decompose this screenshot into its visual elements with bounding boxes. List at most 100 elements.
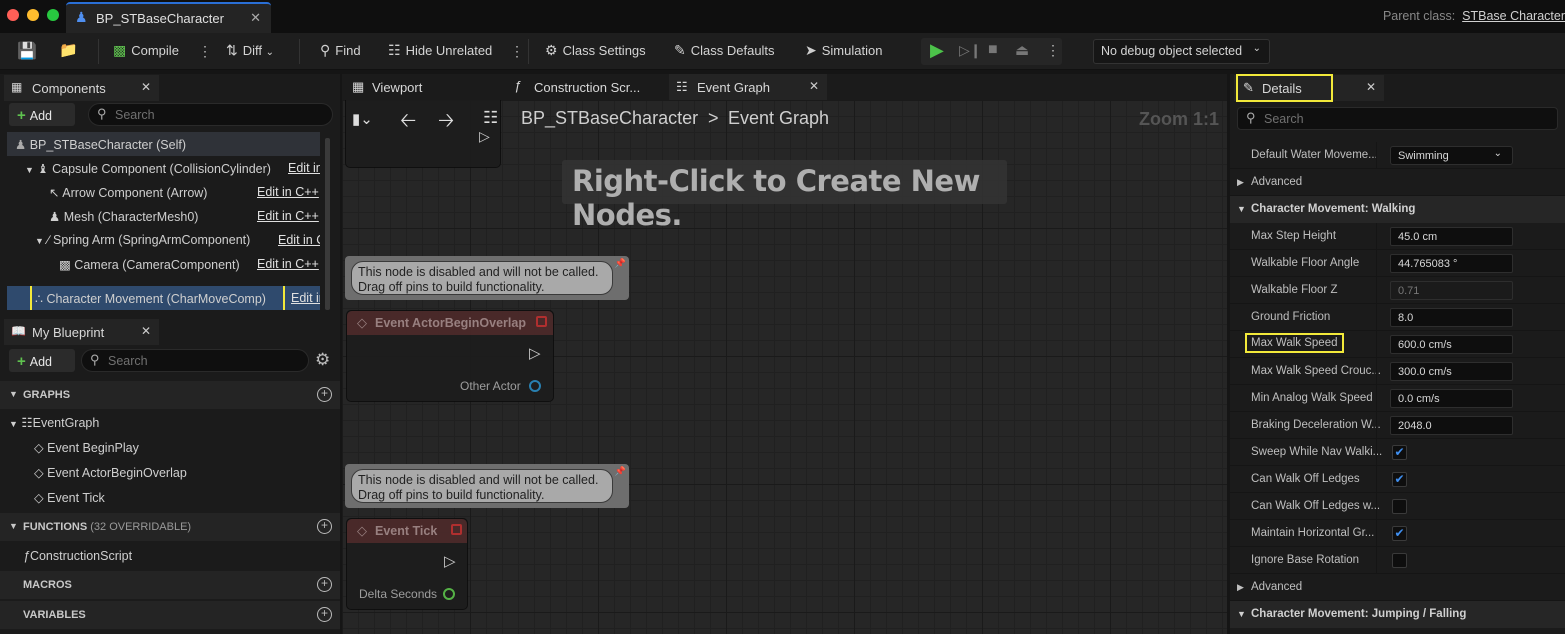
back-arrow-icon[interactable]: 🡠 [400,106,416,140]
minimize-window-button[interactable] [27,9,39,21]
event-graph-canvas[interactable]: ▷ ▮⌄ 🡠 🡢 ☷ BP_STBaseCharacter > Event Gr… [342,100,1227,634]
event-item[interactable]: ◇ Event Tick [0,485,330,509]
add-macro-icon[interactable]: + [317,577,332,592]
graph-hierarchy-icon[interactable]: ☷ [483,108,498,128]
event-tick-node[interactable]: Event Tick ◇ ▷ Delta Seconds [346,518,468,610]
settings-gear-icon[interactable]: ⚙ [315,350,330,370]
exec-pin-icon[interactable]: ▷ [529,344,541,362]
collapse-arrow-icon[interactable]: ▼ [35,236,44,246]
close-window-button[interactable] [7,9,19,21]
edit-in-cpp-link[interactable]: Edit in C++ [257,257,319,271]
components-scrollbar[interactable] [325,138,330,310]
class-settings-button[interactable]: ⚙ Class Settings [545,42,646,59]
category-walking[interactable]: ▼ Character Movement: Walking [1230,196,1565,223]
bookmark-icon[interactable]: ▮⌄ [352,110,373,128]
tree-item-self[interactable]: ♟ BP_STBaseCharacter (Self) [7,132,320,156]
tab-event-graph[interactable]: ☷ Event Graph ✕ [669,74,827,100]
property-checkbox[interactable] [1392,553,1407,568]
my-blueprint-search-input[interactable]: ⚲ Search [81,349,309,372]
edit-in-cpp-link[interactable]: Edit in C++ [257,185,319,199]
stop-icon[interactable]: ■ [988,41,998,59]
add-variable-icon[interactable]: + [317,607,332,622]
details-search-input[interactable]: ⚲ Search [1237,107,1558,130]
tree-item-camera[interactable]: ▩ Camera (CameraComponent) Edit in C++ [7,252,320,276]
simulation-button[interactable]: ➤ Simulation [805,42,882,59]
breadcrumb-graph[interactable]: Event Graph [728,108,829,129]
exec-pin-icon[interactable]: ▷ [444,552,456,570]
event-actor-begin-overlap-node[interactable]: Event ActorBeginOverlap ◇ ▷ Other Actor [346,310,554,402]
property-value-input[interactable]: 44.765083 ° [1390,254,1513,273]
construction-script-item[interactable]: ƒConstructionScript [0,544,330,568]
forward-arrow-icon[interactable]: 🡢 [438,106,454,140]
add-graph-icon[interactable]: + [317,387,332,402]
delegate-pin-icon[interactable] [451,524,462,535]
hide-unrelated-button[interactable]: ☷ Hide Unrelated [388,42,492,59]
close-icon[interactable]: ✕ [141,80,151,94]
property-value-input[interactable]: 2048.0 [1390,416,1513,435]
property-value-input[interactable]: 8.0 [1390,308,1513,327]
edit-in-cpp-link[interactable]: Edit in C++ [257,209,319,223]
pin-icon[interactable]: 📌 [615,258,626,269]
property-value-input[interactable]: 600.0 cm/s [1390,335,1513,354]
breadcrumb-blueprint[interactable]: BP_STBaseCharacter [521,108,698,129]
components-tab[interactable]: ▦ Components ✕ [4,75,159,101]
property-value-input[interactable]: 0.0 cm/s [1390,389,1513,408]
tree-item-mesh[interactable]: ♟ Mesh (CharacterMesh0) Edit in C++ [7,204,320,228]
maximize-window-button[interactable] [47,9,59,21]
components-search-input[interactable]: ⚲ Search [88,103,333,126]
more-options-icon[interactable]: ⋮ [510,43,524,60]
object-pin-icon[interactable] [529,380,541,392]
eject-icon[interactable]: ⏏ [1015,41,1029,59]
add-function-icon[interactable]: + [317,519,332,534]
event-item[interactable]: ◇ Event BeginPlay [0,435,330,459]
event-item[interactable]: ◇ Event ActorBeginOverlap [0,460,330,484]
add-component-button[interactable]: + Add [9,103,75,126]
property-checkbox[interactable]: ✔ [1392,445,1407,460]
class-defaults-button[interactable]: ✎ Class Defaults [674,42,775,59]
tab-construction-script[interactable]: ƒ Construction Scr... [506,74,668,100]
delegate-pin-icon[interactable] [536,316,547,327]
add-member-button[interactable]: + Add [9,349,75,372]
debug-object-select[interactable]: No debug object selected ⌄ [1093,39,1270,64]
details-tab[interactable]: ✎ Details ✕ [1234,74,1384,102]
category-jumping-falling[interactable]: ▼ Character Movement: Jumping / Falling [1230,601,1565,628]
close-icon[interactable]: ✕ [141,324,151,338]
tree-item-spring-arm[interactable]: ▼ ∕ Spring Arm (SpringArmComponent) Edit… [7,228,320,252]
compile-options-icon[interactable]: ⋮ [198,43,212,60]
close-icon[interactable]: ✕ [809,79,819,93]
property-value-input[interactable]: 45.0 cm [1390,227,1513,246]
tree-item-arrow[interactable]: ↖ Arrow Component (Arrow) Edit in C++ [7,180,320,204]
close-icon[interactable]: ✕ [1366,80,1376,94]
pin-icon[interactable]: 📌 [615,466,626,477]
browse-icon[interactable]: 📁 [59,41,78,59]
property-checkbox[interactable]: ✔ [1392,526,1407,541]
variables-section-header[interactable]: VARIABLES + [0,601,340,629]
edit-in-cpp-link[interactable]: Edit in C++ [291,291,320,305]
advanced-expander[interactable]: ▶ Advanced [1230,574,1565,601]
diff-button[interactable]: ⇅ Diff ⌄ [226,42,274,59]
functions-section-header[interactable]: ▼ FUNCTIONS (32 OVERRIDABLE) + [0,513,340,541]
tab-viewport[interactable]: ▦ Viewport [344,74,501,100]
float-pin-icon[interactable] [443,588,455,600]
save-icon[interactable]: 💾 [17,41,37,61]
graphs-section-header[interactable]: ▼ GRAPHS + [0,381,340,409]
event-graph-item[interactable]: ▼ ☷EventGraph [0,410,330,434]
my-blueprint-tab[interactable]: 📖 My Blueprint ✕ [4,319,159,345]
document-tab[interactable]: ♟ BP_STBaseCharacter ✕ [66,2,271,33]
property-value-input[interactable]: 300.0 cm/s [1390,362,1513,381]
advanced-expander[interactable]: ▶ Advanced [1230,169,1565,196]
property-checkbox[interactable] [1392,499,1407,514]
play-options-icon[interactable]: ⋮ [1046,42,1060,59]
play-icon[interactable]: ▶ [930,40,944,61]
find-button[interactable]: ⚲ Find [320,42,361,59]
parent-class-link[interactable]: STBase Character [1462,9,1565,23]
edit-in-cpp-link[interactable]: Edit in C++ [278,233,320,247]
edit-in-cpp-link[interactable]: Edit in C++ [288,161,320,175]
tree-item-capsule[interactable]: ▼ ♝ Capsule Component (CollisionCylinder… [7,156,320,180]
collapse-arrow-icon[interactable]: ▼ [25,165,34,175]
close-tab-icon[interactable]: ✕ [250,10,261,26]
water-mode-dropdown[interactable]: Swimming ⌄ [1390,146,1513,165]
macros-section-header[interactable]: MACROS + [0,571,340,599]
tree-item-character-movement[interactable]: ∴ Character Movement (CharMoveComp) Edit… [7,286,320,310]
property-checkbox[interactable]: ✔ [1392,472,1407,487]
